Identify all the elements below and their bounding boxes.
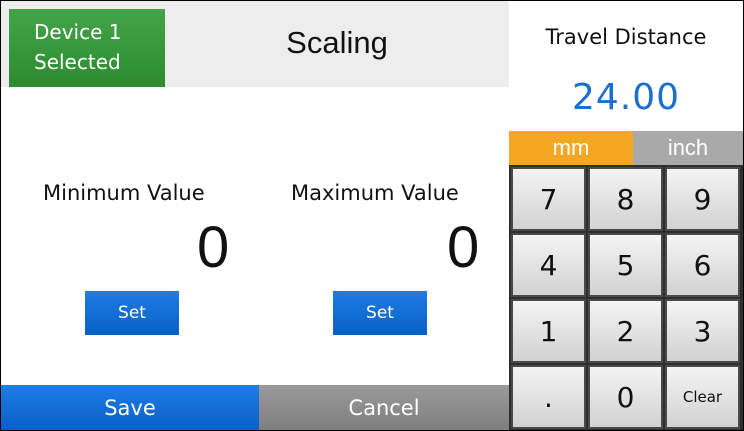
clear-button[interactable]: Clear xyxy=(665,365,740,429)
scaling-screen: Device 1 Selected Scaling Minimum Value … xyxy=(0,0,744,431)
key-4[interactable]: 4 xyxy=(511,233,586,297)
unit-inch-button[interactable]: inch xyxy=(633,131,743,165)
set-minimum-button[interactable]: Set xyxy=(85,291,179,335)
travel-distance-title: Travel Distance xyxy=(545,25,707,49)
key-5[interactable]: 5 xyxy=(588,233,663,297)
numeric-keypad: 7 8 9 4 5 6 1 2 3 . 0 Clear xyxy=(509,165,743,430)
key-0[interactable]: 0 xyxy=(588,365,663,429)
header-bar: Device 1 Selected Scaling xyxy=(1,1,509,87)
travel-distance-panel: Travel Distance 24.00 mm inch 7 8 9 4 5 … xyxy=(509,1,743,430)
page-title: Scaling xyxy=(286,25,388,60)
maximum-value-label: Maximum Value xyxy=(291,181,459,205)
set-maximum-button[interactable]: Set xyxy=(333,291,427,335)
key-2[interactable]: 2 xyxy=(588,299,663,363)
key-decimal[interactable]: . xyxy=(511,365,586,429)
unit-toggle: mm inch xyxy=(509,131,743,165)
device-name: Device 1 xyxy=(34,20,122,44)
travel-distance-value: 24.00 xyxy=(571,77,681,118)
maximum-value-display[interactable]: 0 xyxy=(447,215,479,281)
unit-mm-button[interactable]: mm xyxy=(509,131,633,165)
minimum-value-label: Minimum Value xyxy=(43,181,205,205)
save-button[interactable]: Save xyxy=(1,385,259,430)
device-selected-badge[interactable]: Device 1 Selected xyxy=(9,9,165,87)
key-6[interactable]: 6 xyxy=(665,233,740,297)
key-7[interactable]: 7 xyxy=(511,167,586,231)
minimum-value-display[interactable]: 0 xyxy=(197,215,229,281)
key-8[interactable]: 8 xyxy=(588,167,663,231)
key-1[interactable]: 1 xyxy=(511,299,586,363)
device-status: Selected xyxy=(34,50,121,74)
scaling-panel: Device 1 Selected Scaling Minimum Value … xyxy=(1,1,509,430)
key-9[interactable]: 9 xyxy=(665,167,740,231)
key-3[interactable]: 3 xyxy=(665,299,740,363)
cancel-button[interactable]: Cancel xyxy=(259,385,509,430)
